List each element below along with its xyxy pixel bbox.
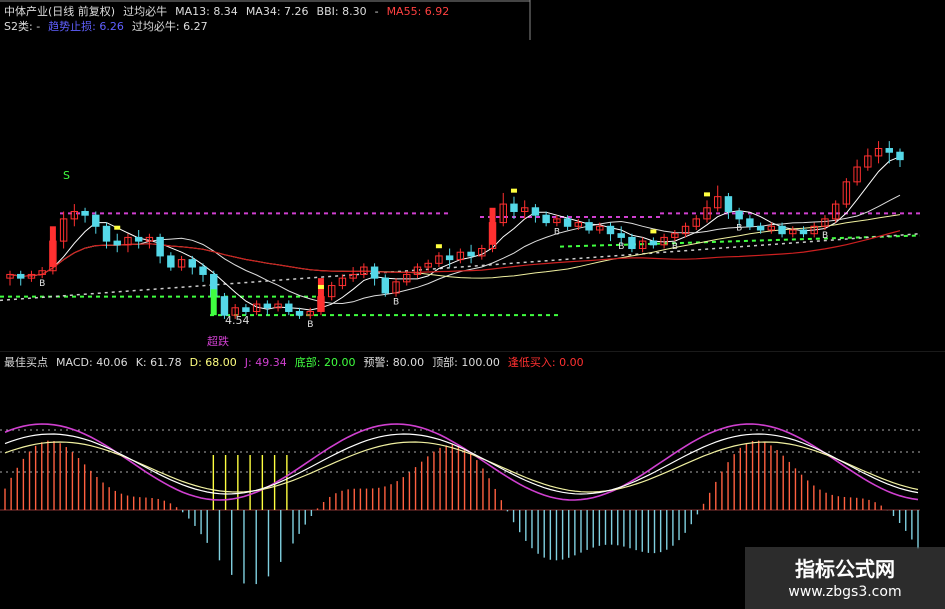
buy-marker: B bbox=[554, 227, 560, 237]
candle-body bbox=[81, 210, 89, 216]
ma5-line bbox=[9, 156, 901, 311]
ma55-line bbox=[9, 230, 901, 277]
flag-marker bbox=[435, 244, 442, 249]
big-down-candle bbox=[210, 289, 217, 316]
buy-marker: B bbox=[393, 298, 399, 308]
buy-marker: B bbox=[618, 242, 624, 252]
candle-body bbox=[220, 296, 229, 316]
candle-body bbox=[724, 196, 733, 212]
watermark-title: 指标公式网 bbox=[795, 557, 895, 581]
candle-body bbox=[617, 233, 625, 238]
indicator-title: 最佳买点 bbox=[4, 356, 48, 369]
indicator-header: 最佳买点 MACD: 40.06 K: 61.78 D: 68.00 J: 49.34 底… bbox=[4, 354, 592, 370]
candle-body bbox=[735, 210, 743, 220]
macd-readout: MACD: 40.06 bbox=[56, 356, 128, 369]
candle-body bbox=[649, 240, 658, 246]
flag-marker bbox=[703, 192, 710, 197]
candle-body bbox=[17, 273, 25, 279]
candle-body bbox=[563, 218, 572, 227]
ma34-label: MA34: 7.26 bbox=[245, 5, 309, 18]
dash-text: - bbox=[374, 5, 379, 18]
main-header: 中体产业(日线 前复权) 过均必牛 MA13: 8.34 MA34: 7.26 BBI:… bbox=[4, 3, 457, 19]
ma13-label: MA13: 8.34 bbox=[175, 5, 238, 18]
candle-body bbox=[134, 236, 143, 242]
buy-readout: 逢低买入: 0.00 bbox=[507, 356, 584, 369]
candle-body bbox=[242, 307, 250, 312]
ma55-label: MA55: 6.92 bbox=[386, 5, 450, 18]
candle-body bbox=[167, 255, 175, 268]
j-readout: J: 49.34 bbox=[244, 356, 287, 369]
candle-body bbox=[285, 303, 293, 312]
candle-body bbox=[199, 266, 207, 275]
candle-body bbox=[370, 266, 379, 279]
k-readout: K: 61.78 bbox=[135, 356, 182, 369]
price-chart-panel[interactable]: B B B B B B B B 中体产业(日线 前复权) 过均必牛 MA13: 8.34 MA34:… bbox=[0, 0, 945, 352]
flag-marker bbox=[114, 225, 121, 230]
candle-body bbox=[896, 151, 904, 161]
warn-readout: 预警: 80.00 bbox=[363, 356, 425, 369]
d-line bbox=[4, 441, 919, 493]
candle-body bbox=[510, 203, 518, 212]
main-header-row2: S2类: - 趋势止损: 6.26 过均必牛: 6.27 bbox=[4, 18, 216, 34]
buy-marker: B bbox=[672, 242, 678, 252]
ma34-line bbox=[9, 214, 901, 279]
candle-body bbox=[885, 148, 893, 153]
candle-body bbox=[756, 225, 765, 231]
buy-marker: B bbox=[822, 231, 828, 241]
j-line bbox=[4, 423, 919, 501]
candle-body bbox=[381, 277, 390, 294]
d-readout: D: 68.00 bbox=[189, 356, 237, 369]
candle-body bbox=[113, 240, 121, 246]
candle-body bbox=[188, 259, 197, 268]
guojun-label: 过均必牛: 6.27 bbox=[131, 20, 208, 33]
indicator-name: 过均必牛 bbox=[123, 5, 168, 18]
candle-body bbox=[263, 303, 272, 309]
candle-body bbox=[92, 214, 100, 227]
candle-body bbox=[542, 214, 550, 224]
watermark-url: www.zbgs3.com bbox=[788, 584, 902, 600]
bbi-label: BBI: 8.30 bbox=[316, 5, 367, 18]
buy-marker: B bbox=[307, 320, 313, 330]
candlestick-chart[interactable]: B B B B B B B B bbox=[0, 0, 945, 352]
candle-body bbox=[585, 222, 593, 231]
breakout-candle bbox=[317, 278, 324, 312]
low-price-label: 4.54 bbox=[225, 314, 250, 327]
candle-body bbox=[778, 225, 786, 235]
watermark: 指标公式网 www.zbgs3.com bbox=[745, 547, 945, 609]
sell-marker: S bbox=[63, 169, 70, 182]
candle-body bbox=[746, 218, 754, 227]
candle-body bbox=[628, 236, 636, 250]
ma13-line bbox=[9, 194, 901, 305]
stoploss-label: 趋势止损: 6.26 bbox=[48, 20, 124, 33]
stock-name: 中体产业(日线 前复权) bbox=[4, 5, 116, 18]
top-readout: 顶部: 100.00 bbox=[432, 356, 500, 369]
candle-body bbox=[295, 310, 304, 316]
candle-body bbox=[531, 207, 540, 216]
big-up-candle bbox=[49, 226, 56, 268]
bottom-readout: 底部: 20.00 bbox=[294, 356, 356, 369]
buy-marker: B bbox=[736, 224, 742, 234]
candle-body bbox=[467, 251, 475, 257]
indicator-panel[interactable]: 最佳买点 MACD: 40.06 K: 61.78 D: 68.00 J: 49.34 底… bbox=[0, 352, 945, 609]
s2-label: S2类: - bbox=[4, 20, 41, 33]
buy-marker: B bbox=[39, 279, 45, 289]
flag-marker bbox=[317, 284, 324, 289]
candle-body bbox=[799, 229, 808, 235]
candle-body bbox=[606, 225, 615, 235]
flag-marker bbox=[650, 229, 657, 234]
candle-body bbox=[102, 225, 111, 242]
candle-body bbox=[156, 236, 164, 257]
rally-candle bbox=[489, 207, 496, 245]
candle-body bbox=[445, 255, 454, 261]
flag-marker bbox=[510, 188, 517, 193]
oversold-label: 超跌 bbox=[207, 335, 229, 348]
